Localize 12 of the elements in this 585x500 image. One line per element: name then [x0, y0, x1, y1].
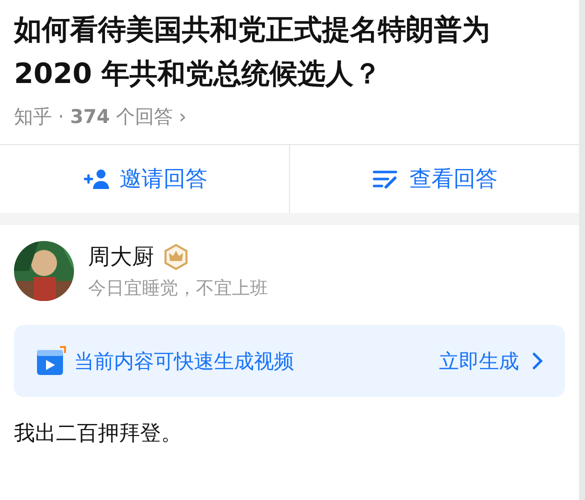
answer-count-link[interactable]: 知乎 · 374 个回答 › — [14, 104, 186, 144]
add-user-icon — [82, 168, 110, 190]
edit-list-icon — [372, 168, 400, 190]
generate-link[interactable]: 立即生成 — [439, 348, 519, 374]
question-title: 如何看待美国共和党正式提名特朗普为 2020 年共和党总统候选人？ — [14, 12, 491, 92]
author-name[interactable]: 周大厨 — [88, 242, 154, 272]
banner-text: 当前内容可快速生成视频 — [74, 348, 295, 374]
video-banner[interactable]: 当前内容可快速生成视频 立即生成 — [14, 325, 565, 397]
chevron-right-icon — [531, 352, 543, 370]
answer-text: 我出二百押拜登。 — [14, 420, 183, 447]
video-icon — [36, 346, 66, 376]
author-bio: 今日宜睡觉，不宜上班 — [88, 277, 268, 300]
